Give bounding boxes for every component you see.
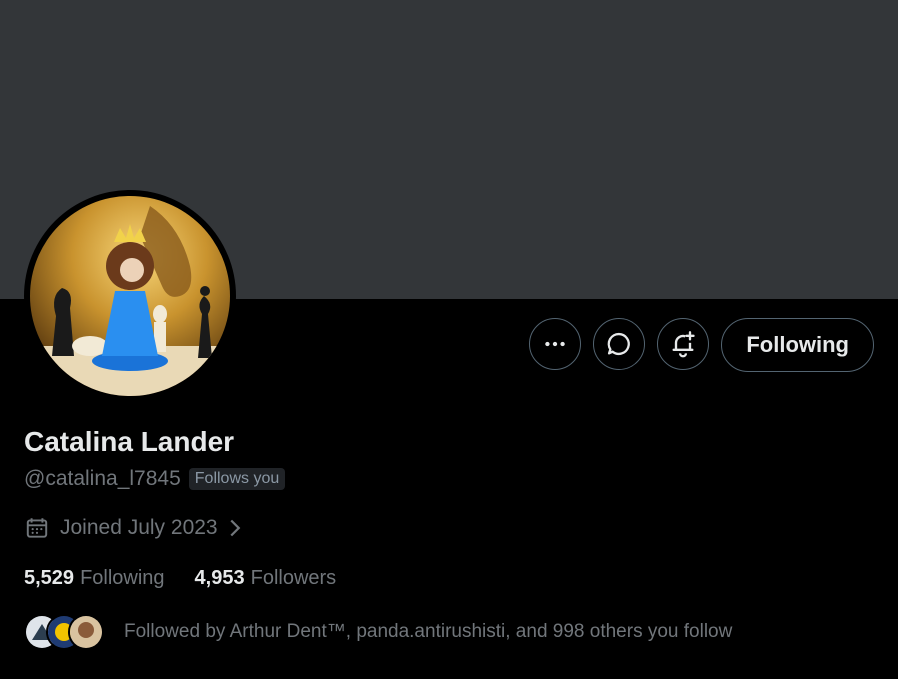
notification-bell-icon <box>672 331 696 358</box>
followed-by-avatars <box>24 614 104 650</box>
joined-date-row[interactable]: Joined July 2023 <box>24 515 242 541</box>
calendar-icon <box>26 518 48 538</box>
more-icon <box>545 341 566 347</box>
following-stat[interactable]: 5,529 Following <box>24 567 165 590</box>
more-button[interactable] <box>529 318 582 370</box>
notifications-button[interactable] <box>657 318 710 370</box>
profile-actions: Following <box>529 318 874 372</box>
followers-count: 4,953 <box>194 567 245 589</box>
follow-stats: 5,529 Following 4,953 Followers <box>24 567 336 590</box>
followers-stat[interactable]: 4,953 Followers <box>195 567 337 590</box>
message-icon <box>608 332 631 356</box>
avatar-chess-image <box>30 196 230 396</box>
profile-name: Catalina Lander <box>24 426 235 457</box>
following-label: Following <box>80 567 165 589</box>
followers-label: Followers <box>250 567 337 589</box>
joined-date: Joined July 2023 <box>60 516 218 539</box>
handle-row: @catalina_l7845 Follows you <box>24 467 286 491</box>
follows-you-badge: Follows you <box>188 468 286 490</box>
followed-by-row[interactable]: Followed by Arthur Dent™, panda.antirush… <box>24 614 732 650</box>
following-count: 5,529 <box>24 567 75 589</box>
follower-avatar <box>68 614 104 650</box>
followed-by-text: Followed by Arthur Dent™, panda.antirush… <box>124 621 733 642</box>
profile-handle: @catalina_l7845 <box>24 467 181 490</box>
message-button[interactable] <box>593 318 646 370</box>
profile-avatar[interactable] <box>24 190 236 402</box>
following-button[interactable]: Following <box>721 318 874 372</box>
chevron-right-icon <box>230 519 240 537</box>
